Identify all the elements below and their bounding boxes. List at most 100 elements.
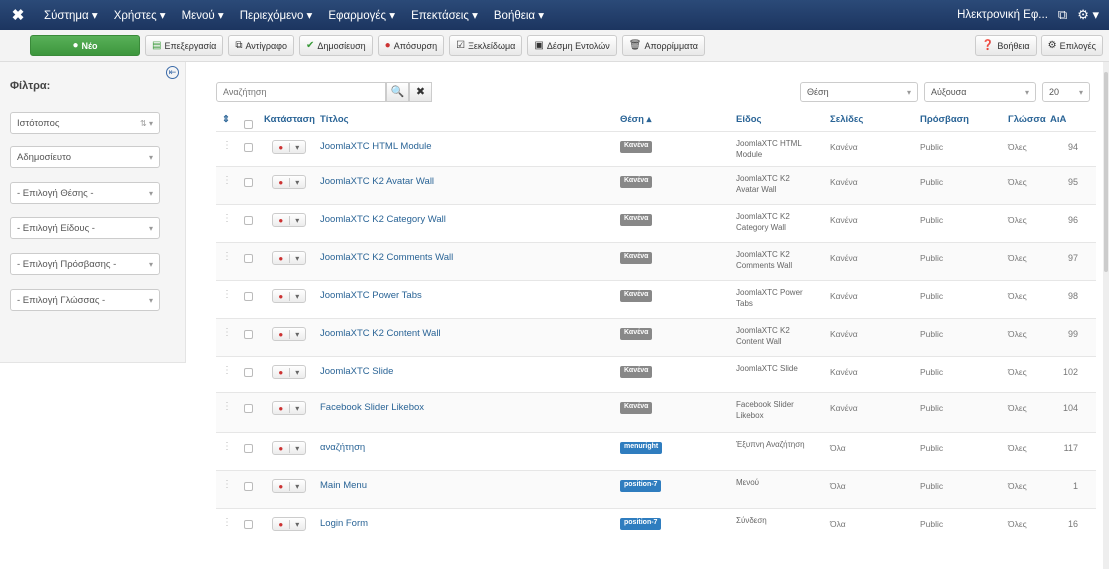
chevron-down-icon[interactable]: ▾: [290, 292, 306, 301]
unpublished-icon[interactable]: ●: [273, 329, 290, 339]
row-checkbox[interactable]: [244, 216, 253, 225]
status-toggle[interactable]: ● ▾: [272, 289, 306, 303]
menu-system[interactable]: Σύστημα ▾: [36, 8, 106, 22]
publish-button[interactable]: ✔ Δημοσίευση: [299, 35, 373, 56]
unpublished-icon[interactable]: ●: [273, 443, 290, 453]
site-name-link[interactable]: Ηλεκτρονική Εφ...: [957, 9, 1048, 21]
drag-handle-icon[interactable]: ⋮: [222, 441, 232, 452]
chevron-down-icon[interactable]: ▾: [290, 520, 306, 529]
module-title-link[interactable]: JoomlaXTC K2 Comments Wall: [320, 252, 453, 263]
module-title-link[interactable]: JoomlaXTC K2 Category Wall: [320, 214, 446, 225]
header-position[interactable]: Θέση ▴: [620, 114, 651, 125]
menu-components[interactable]: Εφαρμογές ▾: [320, 8, 403, 22]
joomla-logo-icon[interactable]: ✖: [0, 0, 36, 30]
module-title-link[interactable]: JoomlaXTC Slide: [320, 366, 393, 377]
drag-handle-icon[interactable]: ⋮: [222, 175, 232, 186]
unpublish-button[interactable]: ● Απόσυρση: [377, 35, 445, 56]
drag-handle-icon[interactable]: ⋮: [222, 401, 232, 412]
checkin-button[interactable]: ☑ Ξεκλείδωμα: [449, 35, 523, 56]
options-button[interactable]: ⚙ Επιλογές: [1040, 35, 1103, 56]
status-toggle[interactable]: ● ▾: [272, 213, 306, 227]
row-checkbox[interactable]: [244, 444, 253, 453]
chevron-down-icon[interactable]: ▾: [290, 330, 306, 339]
module-title-link[interactable]: Login Form: [320, 518, 368, 529]
search-input[interactable]: [216, 82, 386, 102]
status-toggle[interactable]: ● ▾: [272, 401, 306, 415]
drag-handle-icon[interactable]: ⋮: [222, 365, 232, 376]
unpublished-icon[interactable]: ●: [273, 177, 290, 187]
drag-handle-icon[interactable]: ⋮: [222, 251, 232, 262]
row-checkbox[interactable]: [244, 292, 253, 301]
filter-language[interactable]: - Επιλογή Γλώσσας - ▾: [10, 289, 160, 311]
sidebar-toggle-icon[interactable]: ⇤: [166, 66, 179, 79]
module-title-link[interactable]: Main Menu: [320, 480, 367, 491]
menu-menus[interactable]: Μενού ▾: [174, 8, 232, 22]
chevron-down-icon[interactable]: ▾: [290, 254, 306, 263]
status-toggle[interactable]: ● ▾: [272, 479, 306, 493]
menu-users[interactable]: Χρήστες ▾: [106, 8, 174, 22]
header-pages[interactable]: Σελίδες: [830, 114, 863, 125]
module-title-link[interactable]: JoomlaXTC K2 Avatar Wall: [320, 176, 434, 187]
status-toggle[interactable]: ● ▾: [272, 251, 306, 265]
unpublished-icon[interactable]: ●: [273, 403, 290, 413]
chevron-down-icon[interactable]: ▾: [290, 216, 306, 225]
filter-position[interactable]: - Επιλογή Θέσης - ▾: [10, 182, 160, 204]
header-ordering[interactable]: ⇕: [222, 114, 230, 125]
menu-content[interactable]: Περιεχόμενο ▾: [232, 8, 321, 22]
row-checkbox[interactable]: [244, 143, 253, 152]
module-title-link[interactable]: αναζήτηση: [320, 442, 365, 453]
menu-help[interactable]: Βοήθεια ▾: [486, 8, 552, 22]
row-checkbox[interactable]: [244, 482, 253, 491]
unpublished-icon[interactable]: ●: [273, 519, 290, 529]
status-toggle[interactable]: ● ▾: [272, 441, 306, 455]
drag-handle-icon[interactable]: ⋮: [222, 289, 232, 300]
user-menu-gear-icon[interactable]: ⚙ ▾: [1077, 7, 1099, 23]
unpublished-icon[interactable]: ●: [273, 142, 290, 152]
header-language[interactable]: Γλώσσα: [1008, 114, 1046, 125]
select-all-checkbox[interactable]: [244, 120, 253, 129]
header-type[interactable]: Είδος: [736, 114, 761, 125]
unpublished-icon[interactable]: ●: [273, 291, 290, 301]
chevron-down-icon[interactable]: ▾: [290, 444, 306, 453]
row-checkbox[interactable]: [244, 254, 253, 263]
chevron-down-icon[interactable]: ▾: [290, 368, 306, 377]
status-toggle[interactable]: ● ▾: [272, 327, 306, 341]
filter-type[interactable]: - Επιλογή Είδους - ▾: [10, 217, 160, 239]
status-toggle[interactable]: ● ▾: [272, 365, 306, 379]
clear-search-button[interactable]: ✖: [409, 82, 432, 102]
module-title-link[interactable]: JoomlaXTC HTML Module: [320, 141, 432, 152]
drag-handle-icon[interactable]: ⋮: [222, 327, 232, 338]
search-button[interactable]: 🔍: [386, 82, 409, 102]
sort-field-select[interactable]: Θέση ▾: [800, 82, 918, 102]
scrollbar-thumb[interactable]: [1104, 72, 1108, 272]
external-link-icon[interactable]: ⧉: [1058, 7, 1067, 23]
menu-extensions[interactable]: Επεκτάσεις ▾: [403, 8, 486, 22]
status-toggle[interactable]: ● ▾: [272, 517, 306, 531]
drag-handle-icon[interactable]: ⋮: [222, 140, 232, 151]
chevron-down-icon[interactable]: ▾: [290, 482, 306, 491]
unpublished-icon[interactable]: ●: [273, 215, 290, 225]
row-checkbox[interactable]: [244, 368, 253, 377]
scrollbar[interactable]: [1103, 62, 1109, 569]
module-title-link[interactable]: JoomlaXTC Power Tabs: [320, 290, 422, 301]
batch-button[interactable]: ▣ Δέσμη Εντολών: [527, 35, 617, 56]
filter-site[interactable]: Ιστότοπος ⇅ ▾: [10, 112, 160, 134]
header-access[interactable]: Πρόσβαση: [920, 114, 969, 125]
unpublished-icon[interactable]: ●: [273, 481, 290, 491]
module-title-link[interactable]: JoomlaXTC K2 Content Wall: [320, 328, 441, 339]
chevron-down-icon[interactable]: ▾: [290, 404, 306, 413]
unpublished-icon[interactable]: ●: [273, 253, 290, 263]
filter-state[interactable]: Αδημοσίευτο ▾: [10, 146, 160, 168]
header-id[interactable]: ΑιΑ: [1050, 114, 1066, 125]
trash-button[interactable]: 🗑 Απορρίμματα: [621, 35, 706, 56]
help-button[interactable]: ❓ Βοήθεια: [974, 35, 1037, 56]
filter-access[interactable]: - Επιλογή Πρόσβασης - ▾: [10, 253, 160, 275]
new-button[interactable]: ● Νέο: [30, 35, 140, 56]
edit-button[interactable]: ▤ Επεξεργασία: [145, 35, 224, 56]
row-checkbox[interactable]: [244, 520, 253, 529]
row-checkbox[interactable]: [244, 404, 253, 413]
unpublished-icon[interactable]: ●: [273, 367, 290, 377]
drag-handle-icon[interactable]: ⋮: [222, 517, 232, 528]
list-limit-select[interactable]: 20 ▾: [1042, 82, 1090, 102]
drag-handle-icon[interactable]: ⋮: [222, 213, 232, 224]
